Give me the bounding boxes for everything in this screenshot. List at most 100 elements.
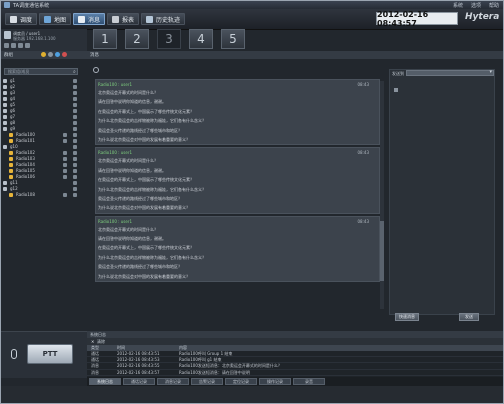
log-tab[interactable]: 告警记录 [191,378,223,385]
tab-1[interactable]: 1 [93,29,117,49]
message-label: 消息 [88,16,101,24]
status-yellow-icon[interactable] [41,52,46,57]
message-icon[interactable] [73,169,77,173]
message-icon[interactable] [73,157,77,161]
status-blue-icon[interactable] [55,52,60,57]
map-button[interactable]: 地图 [39,13,72,25]
group-action-icon[interactable] [73,97,77,101]
message-line: 请在回答中说明你知道的信息，谢谢。 [98,167,166,173]
brand-logo: Hytera [465,12,500,22]
message-line: 请在回答中说明你知道的信息，谢谢。 [98,99,166,105]
group-action-icon[interactable] [73,109,77,113]
message-button[interactable]: 消息 [73,13,106,25]
app-icon [4,2,10,8]
message-line: 奥运会圣火传递的路线经过了哪些城市和地区？ [98,264,182,270]
map-label: 地图 [54,16,67,24]
call-icon[interactable] [63,133,67,137]
message-icon[interactable] [73,193,77,197]
scrollbar-thumb[interactable] [380,221,384,281]
title-bar: TA调度通信系统 系统 选项 帮助 [1,1,503,9]
call-icon[interactable] [63,151,67,155]
report-button[interactable]: 报表 [107,13,140,25]
main-toolbar: 调度 地图 消息 报表 历史轨迹 2012-02-16 08:43:57 Hyt… [1,9,503,30]
message-icon[interactable] [73,163,77,167]
log-tab[interactable]: 操作记录 [259,378,291,385]
history-label: 历史轨迹 [156,16,181,24]
log-tab[interactable]: 通话记录 [123,378,155,385]
log-table: 通话 2012-02-16 08:43:51 Radio100呼叫 Group 1 … [87,351,503,377]
microphone-icon [11,349,17,359]
menu-system[interactable]: 系统 [453,2,463,9]
group-action-icon[interactable] [73,187,77,191]
log-tab[interactable]: 录音 [293,378,325,385]
group-action-icon[interactable] [73,127,77,131]
user-tools [4,43,30,48]
status-gray-icon[interactable] [48,52,53,57]
group-action-icon[interactable] [73,85,77,89]
log-tab[interactable]: 定位记录 [225,378,257,385]
volume-icon[interactable] [18,43,23,48]
message-icon[interactable] [73,133,77,137]
history-track-button[interactable]: 历史轨迹 [141,13,186,25]
message-scrollbar[interactable] [380,81,384,309]
message-line: 为什么北京奥运会的吉祥物被称为福娃，它们各有什么含义？ [98,186,206,192]
search-icon[interactable]: ⌕ [73,69,76,75]
menu-options[interactable]: 选项 [471,2,481,9]
tab-5[interactable]: 5 [221,29,245,49]
ptt-panel: PTT [1,331,87,378]
group-action-icon[interactable] [73,91,77,95]
clear-icon[interactable]: ✕ [91,338,94,345]
log-tab[interactable]: 系统日志 [89,378,121,385]
call-icon[interactable] [63,169,67,173]
message-icon[interactable] [73,175,77,179]
tab-2[interactable]: 2 [125,29,149,49]
settings-icon[interactable] [4,43,9,48]
menu-help[interactable]: 帮助 [489,2,499,9]
call-icon[interactable] [63,139,67,143]
dispatch-button[interactable]: 调度 [5,13,38,25]
message-line: 北京奥运会开幕式的时间是什么？ [98,158,158,164]
send-to-label: 发送到 [392,71,404,76]
call-icon[interactable] [63,163,67,167]
ptt-button[interactable]: PTT [27,344,73,364]
log-type: 消息 [91,369,99,375]
log-tab[interactable]: 消息记录 [157,378,189,385]
group-action-icon[interactable] [73,145,77,149]
recipient-select[interactable] [406,69,494,76]
call-icon[interactable] [63,175,67,179]
group-search-input[interactable]: 搜索组/成员 [4,68,78,75]
message-block: Radio100 : user1 08:43 北京奥运会开幕式的时间是什么？ 请在回答… [95,147,380,214]
report-label: 报表 [122,16,135,24]
clear-log-button[interactable]: 清除 [97,338,105,345]
message-line: 为什么说北京奥运会对中国的发展有着重要的意义？ [98,273,190,279]
group-icon [3,127,7,131]
message-icon[interactable] [73,151,77,155]
group-action-icon[interactable] [73,115,77,119]
group-icon [3,109,7,113]
call-icon[interactable] [63,193,67,197]
status-red-icon[interactable] [62,52,67,57]
message-icon[interactable] [73,139,77,143]
tree-item[interactable]: Radio108 [3,192,85,198]
message-line: 为什么北京奥运会的吉祥物被称为福娃，它们各有什么含义？ [98,118,206,124]
group-action-icon[interactable] [73,121,77,125]
send-button[interactable]: 发送 [459,313,479,321]
message-time: 08:43 [357,82,369,87]
message-header: Radio100 : user1 08:43 [98,81,377,88]
tab-3[interactable]: 3 [157,29,181,49]
message-header: Radio100 : user1 08:43 [98,218,377,225]
group-action-icon[interactable] [73,79,77,83]
group-action-icon[interactable] [73,103,77,107]
group-action-icon[interactable] [73,181,77,185]
tab-4[interactable]: 4 [189,29,213,49]
window-title: TA调度通信系统 [13,3,50,9]
logout-icon[interactable] [25,43,30,48]
quick-message-button[interactable]: 快速消息 [395,313,419,321]
call-icon[interactable] [63,157,67,161]
compose-checkbox[interactable] [394,88,398,92]
message-time: 08:43 [357,218,369,224]
log-row[interactable]: 消息 2012-02-16 08:43:57 Radio100发送短消息：请在回答中… [87,370,503,376]
message-block: Radio100 : user1 08:43 北京奥运会开幕式的时间是什么？ 请在回答… [95,79,380,146]
lock-icon[interactable] [11,43,16,48]
clock-display: 2012-02-16 08:43:57 [376,10,458,28]
